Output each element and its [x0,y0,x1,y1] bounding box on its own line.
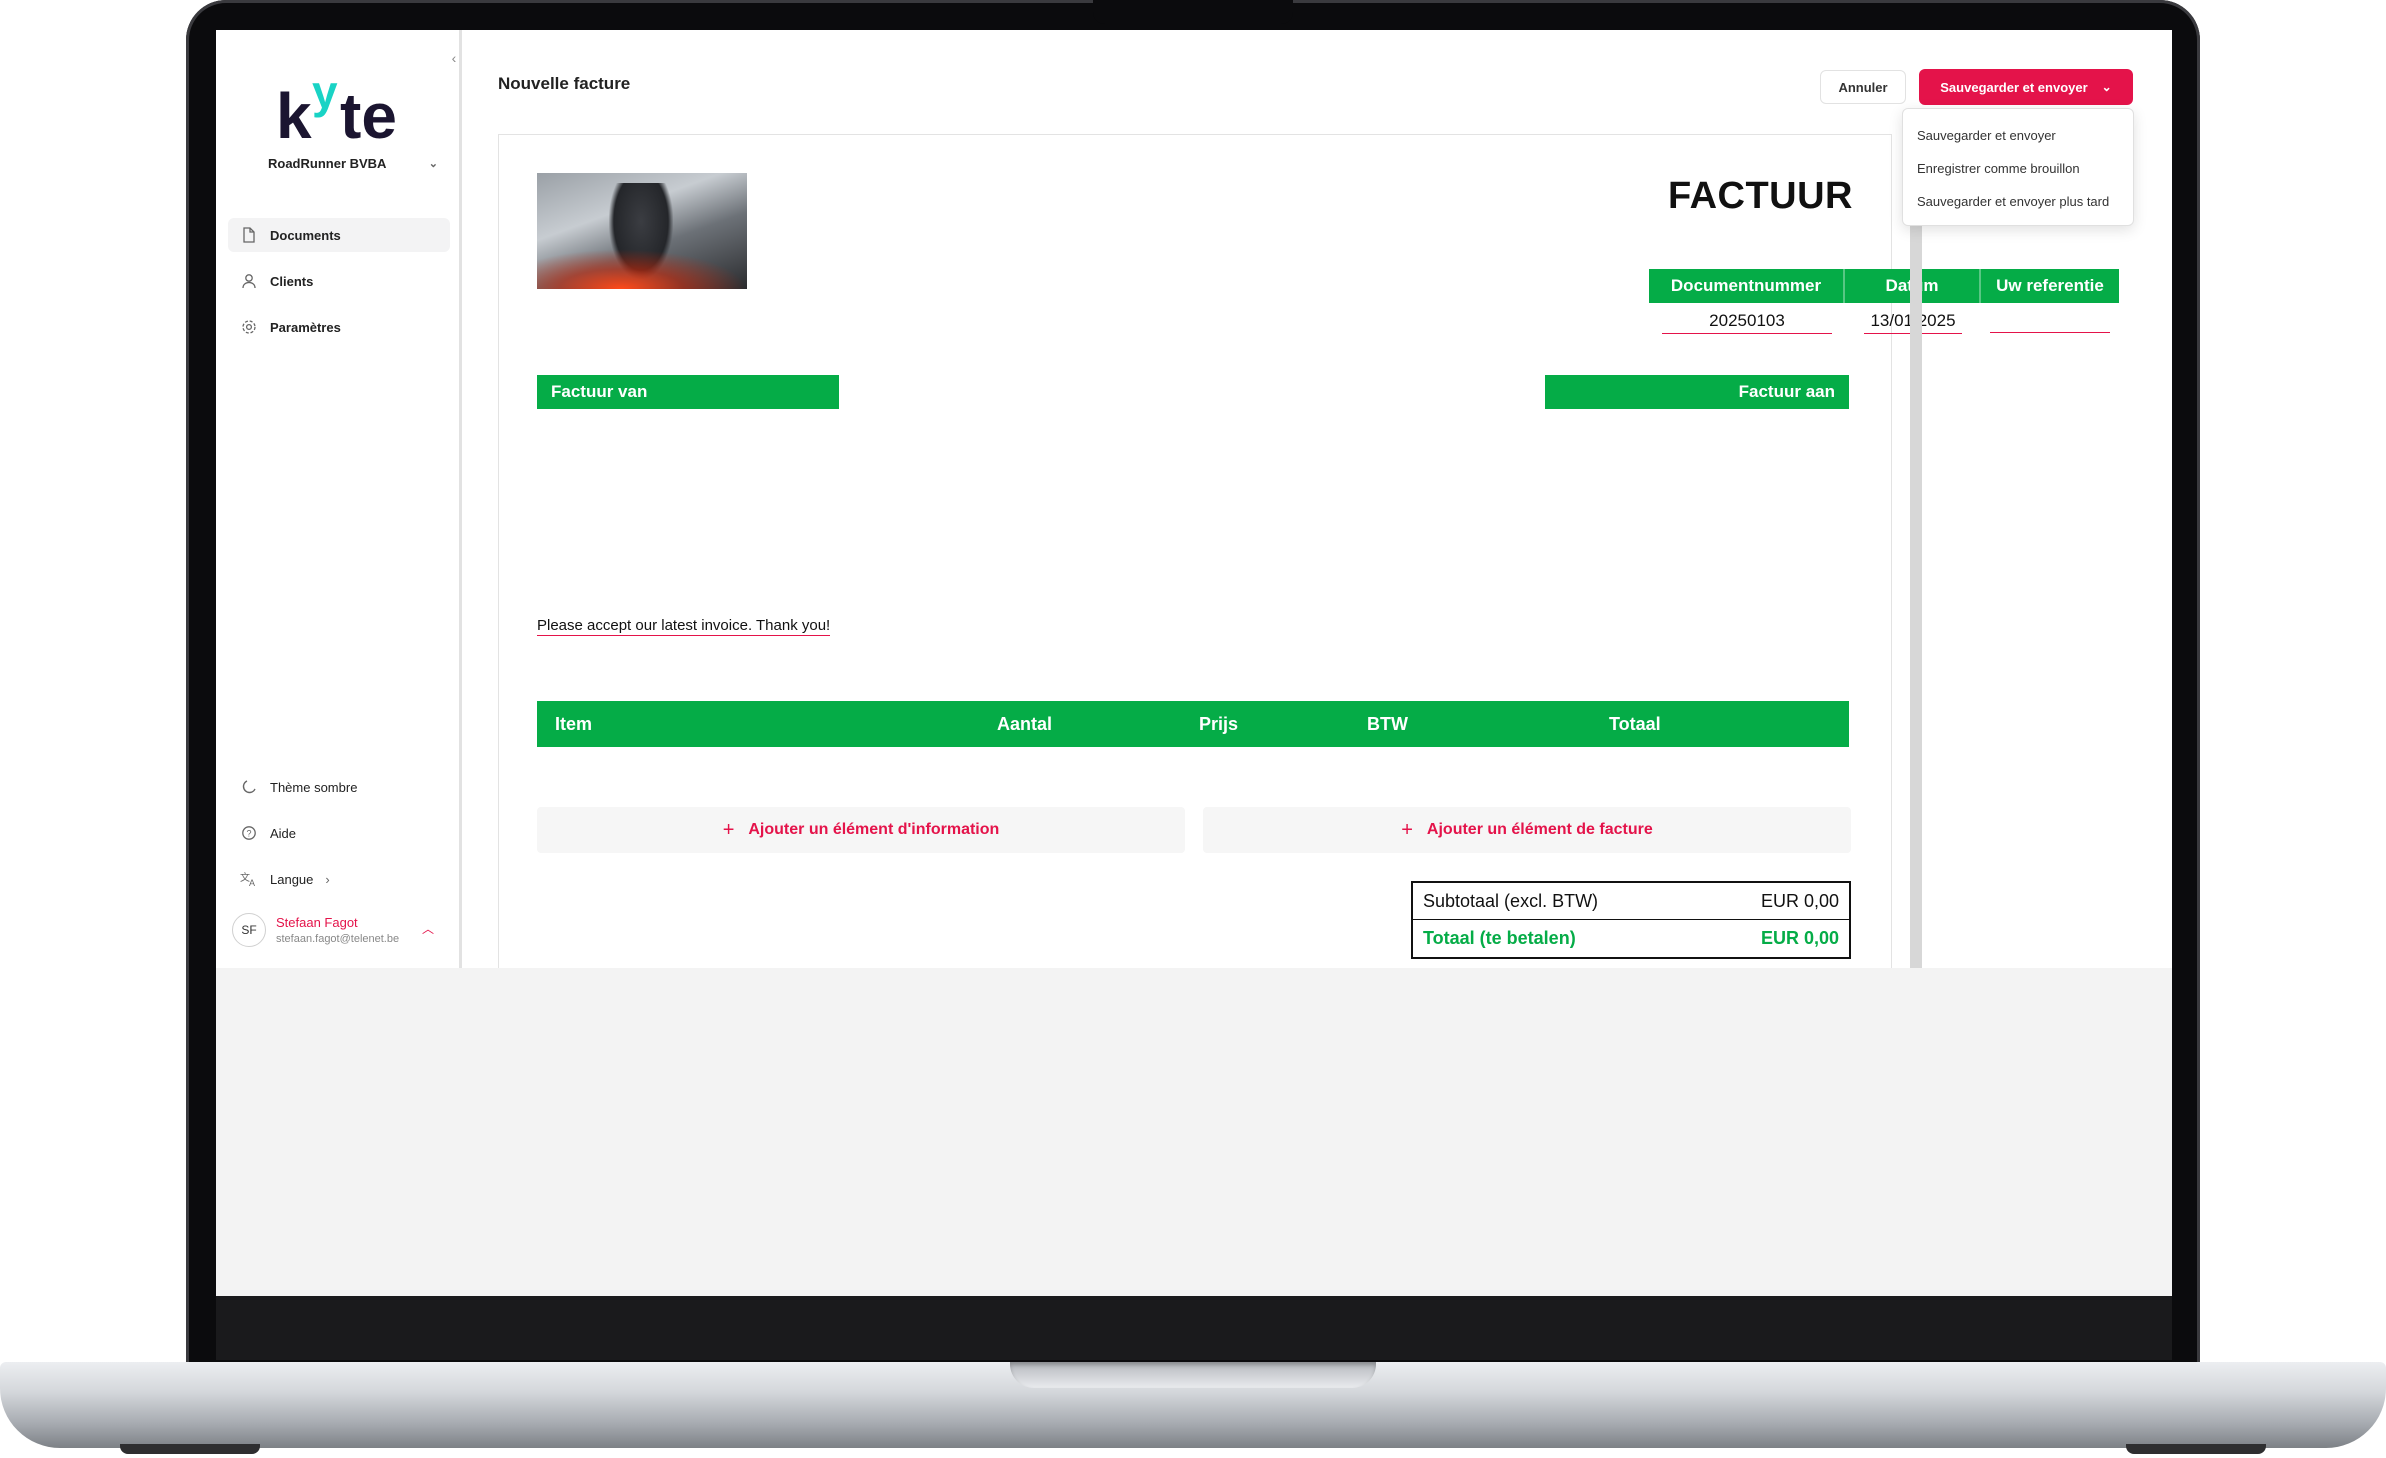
company-selector[interactable]: RoadRunner BVBA ⌄ [268,153,438,173]
column-total: Totaal [1609,714,1661,734]
laptop-lid-groove [1010,1362,1376,1388]
svg-text:?: ? [246,829,251,839]
laptop-foot [2126,1444,2266,1454]
total-row: Totaal (te betalen) EUR 0,00 [1413,920,1849,957]
chevron-down-icon: ⌄ [428,157,438,170]
sidebar-item-label: Documents [270,227,341,243]
invoice-heading: FACTUUR [1667,175,1853,217]
menu-item-save-send-later[interactable]: Sauvegarder et envoyer plus tard [1903,185,2133,218]
reference-field[interactable] [1990,311,2110,333]
plus-icon: + [1401,818,1413,841]
menu-item-save-draft[interactable]: Enregistrer comme brouillon [1903,152,2133,185]
user-name: Stefaan Fagot [276,915,358,930]
invoice-meta-table: Documentnummer Datum Uw referentie 20250… [1649,269,2119,341]
column-vat: BTW [1367,714,1408,734]
subtotal-value: EUR 0,00 [1760,890,1839,911]
camera-notch [1093,0,1293,24]
user-icon [240,272,258,290]
sidebar-item-label: Aide [270,825,297,841]
invoice-note-field[interactable]: Please accept our latest invoice. Thank … [537,617,831,636]
laptop-bezel-chin [216,1296,2172,1360]
collapse-sidebar-icon[interactable]: ‹ [444,48,464,68]
save-options-menu: Sauvegarder et envoyer Enregistrer comme… [1902,108,2134,226]
sidebar-item-documents[interactable]: Documents [228,218,450,252]
user-menu[interactable]: SF Stefaan Fagot stefaan.fagot@telenet.b… [228,908,450,952]
laptop-frame: ‹ k y te RoadRunner BVBA ⌄ Documents Cli… [0,0,2386,1458]
invoice-to-header: Factuur aan [1545,375,1849,409]
chevron-up-icon: ︿ [421,922,434,936]
meta-header-document-number: Documentnummer [1649,269,1845,303]
sidebar-item-label: Paramètres [270,319,341,335]
company-logo-image[interactable] [537,173,747,289]
add-invoice-item-label: Ajouter un élément de facture [1426,821,1653,838]
svg-text:te: te [340,80,397,148]
sidebar-item-label: Thème sombre [270,779,358,795]
translate-icon: 文A [240,870,258,888]
user-email: stefaan.fagot@telenet.be [276,933,400,945]
kyte-logo[interactable]: k y te [276,68,416,148]
sidebar-item-label: Clients [270,273,314,289]
sidebar-item-clients[interactable]: Clients [228,264,450,298]
subtotal-row: Subtotaal (excl. BTW) EUR 0,00 [1413,883,1849,920]
plus-icon: + [722,818,735,841]
app-window: ‹ k y te RoadRunner BVBA ⌄ Documents Cli… [216,30,2172,968]
help-icon: ? [240,824,258,842]
company-name: RoadRunner BVBA [268,155,387,171]
column-price: Prijs [1199,714,1239,734]
meta-header-reference: Uw referentie [1996,276,2104,295]
total-value: EUR 0,00 [1760,928,1839,948]
avatar: SF [232,913,266,947]
add-information-item-label: Ajouter un élément d'information [748,821,1000,838]
document-icon [240,226,258,244]
save-and-send-button[interactable]: Sauvegarder et envoyer ⌄ [1919,69,2133,105]
chevron-right-icon: › [325,871,330,887]
total-label: Totaal (te betalen) [1423,928,1576,948]
subtotal-label: Subtotaal (excl. BTW) [1423,890,1599,911]
gear-icon [240,318,258,336]
moon-icon [240,778,258,796]
sidebar-item-label: Langue [270,871,314,887]
sidebar-item-parametres[interactable]: Paramètres [228,310,450,344]
svg-text:A: A [249,878,255,887]
scrollbar[interactable] [1910,226,1922,968]
page-title: Nouvelle facture [498,74,631,93]
svg-text:y: y [312,68,338,118]
laptop-foot [120,1444,260,1454]
add-information-item-button[interactable]: + Ajouter un élément d'information [537,807,1185,853]
document-number-field[interactable]: 20250103 [1662,311,1832,334]
save-and-send-label: Sauvegarder et envoyer [1940,79,2088,95]
svg-text:k: k [276,80,312,148]
add-invoice-item-button[interactable]: + Ajouter un élément de facture [1203,807,1851,853]
totals-box: Subtotaal (excl. BTW) EUR 0,00 Totaal (t… [1411,881,1851,959]
sidebar-item-help[interactable]: ? Aide [228,816,450,850]
chevron-down-icon: ⌄ [2101,80,2112,94]
sidebar-item-dark-theme[interactable]: Thème sombre [228,770,450,804]
sidebar-item-language[interactable]: 文A Langue › [228,862,450,896]
cancel-button[interactable]: Annuler [1820,70,1906,104]
invoice-from-header: Factuur van [537,375,839,409]
invoice-document: FACTUUR Documentnummer Datum Uw referent… [498,134,2119,968]
menu-item-save-and-send[interactable]: Sauvegarder et envoyer [1903,119,2133,152]
items-table-header: Item Aantal Prijs BTW Totaal [537,701,1849,747]
column-item: Item [555,714,593,734]
sidebar: ‹ k y te RoadRunner BVBA ⌄ Documents Cli… [216,30,462,968]
column-quantity: Aantal [997,714,1053,734]
screen: ‹ k y te RoadRunner BVBA ⌄ Documents Cli… [216,30,2172,1296]
